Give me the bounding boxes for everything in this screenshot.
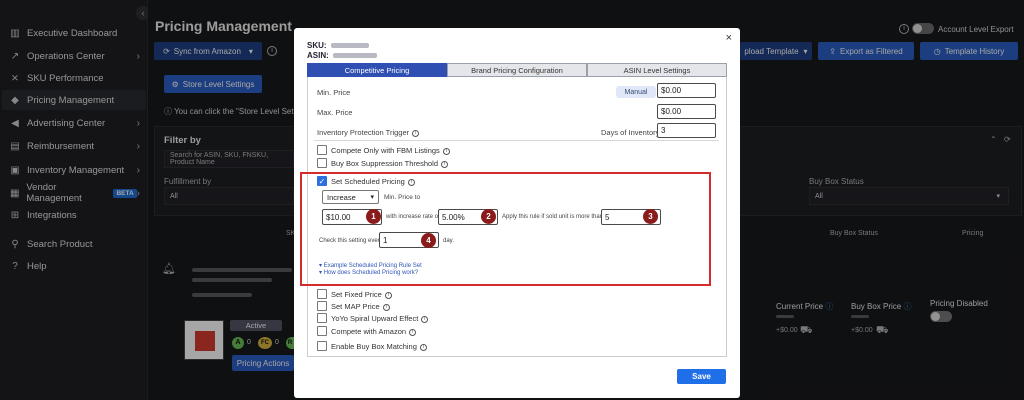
buybox-suppression-checkbox[interactable] xyxy=(317,158,327,168)
sku-label: SKU: xyxy=(307,41,327,50)
asin-label: ASIN: xyxy=(307,51,329,60)
set-fixed-price-checkbox[interactable] xyxy=(317,289,327,299)
sku-value-blur xyxy=(330,43,369,49)
info-icon[interactable]: i xyxy=(441,160,449,168)
min-price-input[interactable]: $0.00 xyxy=(657,83,716,98)
inventory-trigger-text: Inventory Protection Trigger xyxy=(317,128,410,137)
compete-fbm-label: Compete Only with FBM Listings i xyxy=(331,146,450,155)
sku-line: SKU: xyxy=(307,41,369,50)
divider xyxy=(314,140,719,141)
days-inventory-label: Days of Inventory: xyxy=(601,128,662,137)
compete-amazon-text: Compete with Amazon xyxy=(331,327,407,336)
set-fixed-price-label: Set Fixed Price i xyxy=(331,290,392,299)
inventory-trigger-label: Inventory Protection Trigger i xyxy=(317,128,420,137)
info-icon[interactable]: i xyxy=(419,343,427,351)
manual-button[interactable]: Manual xyxy=(616,86,656,98)
enable-buybox-text: Enable Buy Box Matching xyxy=(331,342,417,351)
asin-line: ASIN: xyxy=(307,51,377,60)
info-icon[interactable]: i xyxy=(384,291,392,299)
info-icon[interactable]: i xyxy=(412,129,420,137)
compete-amazon-checkbox[interactable] xyxy=(317,326,327,336)
modal-tabs: Competitive Pricing Brand Pricing Config… xyxy=(307,63,727,77)
save-button[interactable]: Save xyxy=(677,369,726,384)
set-fixed-price-text: Set Fixed Price xyxy=(331,290,382,299)
tab-brand-pricing-configuration[interactable]: Brand Pricing Configuration xyxy=(447,63,587,77)
yoyo-checkbox[interactable] xyxy=(317,313,327,323)
tab-asin-level-settings[interactable]: ASIN Level Settings xyxy=(587,63,727,77)
days-inventory-input[interactable]: 3 xyxy=(657,123,716,138)
min-price-label: Min. Price xyxy=(317,88,351,97)
set-map-price-label: Set MAP Price i xyxy=(331,302,390,311)
buybox-suppression-label: Buy Box Suppression Threshold i xyxy=(331,159,449,168)
yoyo-label: YoYo Spiral Upward Effect i xyxy=(331,314,429,323)
buybox-suppression-text: Buy Box Suppression Threshold xyxy=(331,159,439,168)
info-icon[interactable]: i xyxy=(442,147,450,155)
enable-buybox-checkbox[interactable] xyxy=(317,341,327,351)
close-icon[interactable]: × xyxy=(726,32,732,44)
info-icon[interactable]: i xyxy=(409,328,417,336)
info-icon[interactable]: i xyxy=(421,315,429,323)
set-map-price-text: Set MAP Price xyxy=(331,302,380,311)
info-icon[interactable]: i xyxy=(382,303,390,311)
set-map-price-checkbox[interactable] xyxy=(317,301,327,311)
max-price-input[interactable]: $0.00 xyxy=(657,104,716,119)
tab-competitive-pricing[interactable]: Competitive Pricing xyxy=(307,63,447,77)
yoyo-text: YoYo Spiral Upward Effect xyxy=(331,314,419,323)
asin-value-blur xyxy=(332,53,377,59)
scheduled-pricing-highlight xyxy=(300,172,711,286)
compete-amazon-label: Compete with Amazon i xyxy=(331,327,417,336)
max-price-label: Max. Price xyxy=(317,108,353,117)
compete-fbm-text: Compete Only with FBM Listings xyxy=(331,146,440,155)
enable-buybox-label: Enable Buy Box Matching i xyxy=(331,342,427,351)
compete-fbm-checkbox[interactable] xyxy=(317,145,327,155)
